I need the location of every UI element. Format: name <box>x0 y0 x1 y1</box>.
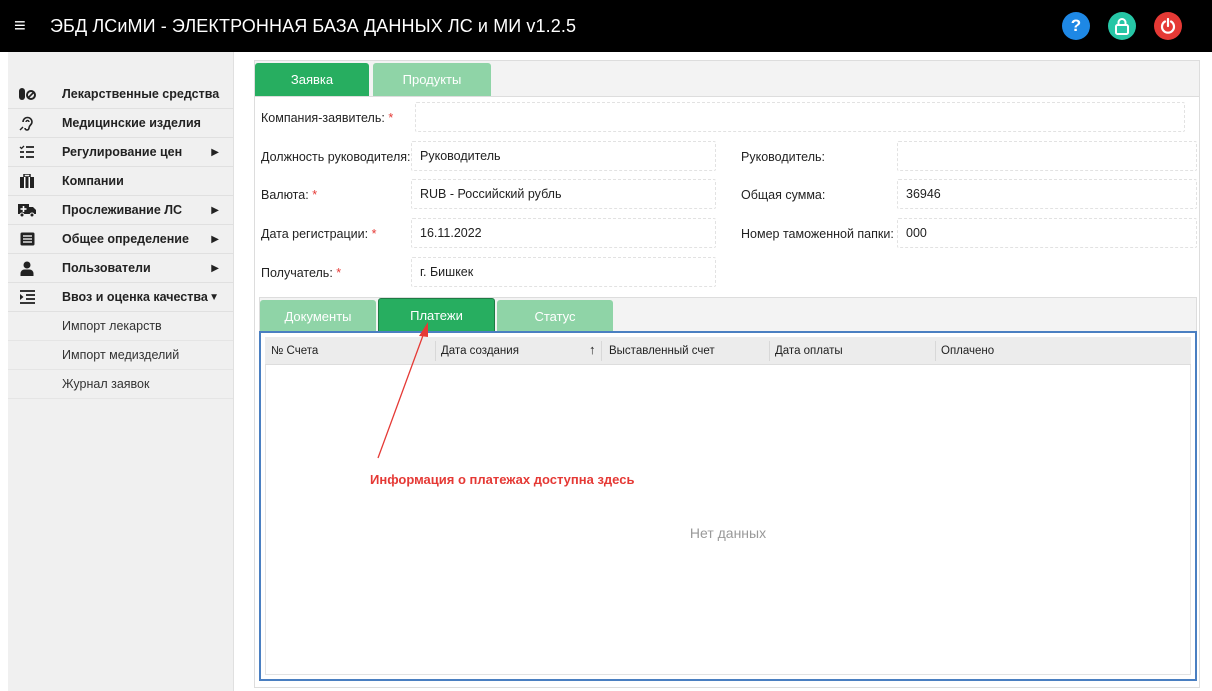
top-actions: ? <box>1062 12 1182 40</box>
caret-right-icon: ▶ <box>211 262 219 274</box>
column-header-payment-date[interactable]: Дата оплаты <box>775 345 843 357</box>
pills-icon <box>16 87 38 101</box>
sidebar-item-label: Лекарственные средства <box>62 87 220 101</box>
grid-body: Нет данных <box>265 365 1191 675</box>
currency-label: Валюта: * <box>261 188 318 202</box>
top-bar: ≡ ЭБД ЛСиМИ - ЭЛЕКТРОННАЯ БАЗА ДАННЫХ ЛС… <box>0 0 1212 52</box>
caret-right-icon: ▶ <box>211 204 219 216</box>
lock-glyph-icon <box>1115 18 1129 35</box>
payments-grid: № Счета Дата создания ↑ Выставленный сче… <box>259 331 1197 681</box>
sidebar: Лекарственные средства Медицинские издел… <box>8 52 234 691</box>
top-tabs: Заявка Продукты <box>255 61 1199 97</box>
list-check-icon <box>16 145 38 159</box>
head-label: Руководитель: <box>741 150 826 164</box>
applicant-label: Компания-заявитель: * <box>261 111 394 125</box>
applicant-field[interactable] <box>415 102 1185 132</box>
customs-label: Номер таможенной папки: <box>741 227 894 241</box>
column-separator <box>935 341 936 361</box>
help-icon[interactable]: ? <box>1062 12 1090 40</box>
sidebar-item-label: Пользователи <box>62 261 151 275</box>
sidebar-subitem-applications-log[interactable]: Журнал заявок <box>8 370 233 399</box>
currency-field[interactable]: RUB - Российский рубль <box>411 179 716 209</box>
tab-status[interactable]: Статус <box>497 300 613 333</box>
sidebar-item-label: Медицинские изделия <box>62 116 201 130</box>
caret-right-icon: ▶ <box>211 146 219 158</box>
sidebar-item-general-definition[interactable]: Общее определение ▶ <box>8 225 233 254</box>
column-header-created-date[interactable]: Дата создания <box>441 345 519 357</box>
sidebar-item-label: Регулирование цен <box>62 145 183 159</box>
column-header-paid[interactable]: Оплачено <box>941 345 994 357</box>
tab-application[interactable]: Заявка <box>255 63 369 96</box>
regdate-label: Дата регистрации: * <box>261 227 377 241</box>
app-title: ЭБД ЛСиМИ - ЭЛЕКТРОННАЯ БАЗА ДАННЫХ ЛС и… <box>50 15 577 36</box>
lock-icon[interactable] <box>1108 12 1136 40</box>
sidebar-item-medicines[interactable]: Лекарственные средства <box>8 80 233 109</box>
sidebar-subitem-import-medicines[interactable]: Импорт лекарств <box>8 312 233 341</box>
tab-payments[interactable]: Платежи <box>378 298 495 332</box>
sidebar-item-label: Компании <box>62 174 124 188</box>
recipient-field[interactable]: г. Бишкек <box>411 257 716 287</box>
column-separator <box>769 341 770 361</box>
total-field[interactable]: 36946 <box>897 179 1197 209</box>
sidebar-item-companies[interactable]: Компании <box>8 167 233 196</box>
sidebar-item-label: Прослеживание ЛС <box>62 203 183 217</box>
annotation-text: Информация о платежах доступна здесь <box>370 472 635 487</box>
caret-down-icon: ▼ <box>209 291 219 303</box>
power-icon[interactable] <box>1154 12 1182 40</box>
position-label: Должность руководителя: <box>261 150 411 164</box>
sort-ascending-icon[interactable]: ↑ <box>589 342 596 357</box>
list-icon <box>16 232 38 246</box>
sidebar-item-users[interactable]: Пользователи ▶ <box>8 254 233 283</box>
sidebar-subitem-import-devices[interactable]: Импорт медизделий <box>8 341 233 370</box>
total-label: Общая сумма: <box>741 188 826 202</box>
detail-tabs: Документы Платежи Статус <box>259 297 1197 333</box>
power-glyph-icon <box>1160 18 1176 34</box>
menu-icon[interactable]: ≡ <box>14 16 36 36</box>
column-header-issued-invoice[interactable]: Выставленный счет <box>609 345 715 357</box>
sidebar-item-medical-devices[interactable]: Медицинские изделия <box>8 109 233 138</box>
recipient-label: Получатель: * <box>261 266 342 280</box>
column-header-invoice-number[interactable]: № Счета <box>271 345 318 357</box>
sidebar-item-import-quality[interactable]: Ввоз и оценка качества ▼ <box>8 283 233 312</box>
no-data-message: Нет данных <box>689 525 767 541</box>
indent-icon <box>16 290 38 304</box>
main-panel: Заявка Продукты Компания-заявитель: * До… <box>254 60 1200 688</box>
tab-documents[interactable]: Документы <box>260 300 376 333</box>
position-field[interactable]: Руководитель <box>411 141 716 171</box>
building-icon <box>16 174 38 188</box>
user-icon <box>16 261 38 276</box>
ambulance-icon <box>16 203 38 217</box>
sidebar-item-price-regulation[interactable]: Регулирование цен ▶ <box>8 138 233 167</box>
customs-field[interactable]: 000 <box>897 218 1197 248</box>
grid-header: № Счета Дата создания ↑ Выставленный сче… <box>265 337 1191 365</box>
column-separator <box>435 341 436 361</box>
sidebar-item-label: Общее определение <box>62 232 189 246</box>
sidebar-item-label: Ввоз и оценка качества <box>62 290 208 304</box>
sidebar-item-tracking[interactable]: Прослеживание ЛС ▶ <box>8 196 233 225</box>
column-separator <box>601 341 602 361</box>
hearing-icon <box>16 115 38 131</box>
head-field[interactable] <box>897 141 1197 171</box>
regdate-field[interactable]: 16.11.2022 <box>411 218 716 248</box>
caret-right-icon: ▶ <box>211 233 219 245</box>
tab-products[interactable]: Продукты <box>373 63 491 96</box>
